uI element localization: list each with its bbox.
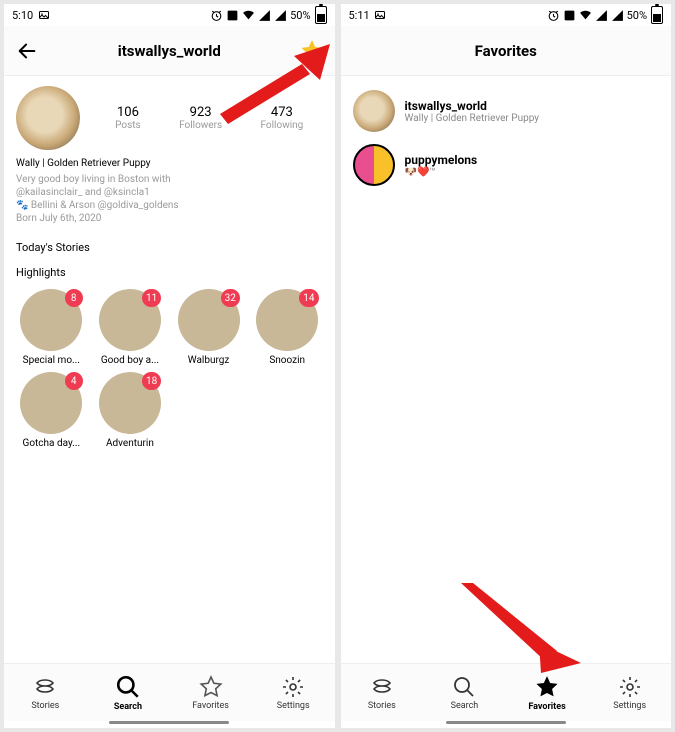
signal-icon (595, 9, 608, 22)
nav-settings[interactable]: Settings (600, 675, 660, 711)
nav-stories[interactable]: Stories (352, 675, 412, 711)
signal-icon (258, 9, 271, 22)
annotation-arrow-icon (461, 583, 581, 673)
profile-bio: Wally | Golden Retriever Puppy Very good… (4, 154, 335, 235)
stat-posts[interactable]: 106 Posts (115, 105, 141, 131)
favorite-subtitle: 🐶❤️™ (405, 167, 478, 178)
bottom-nav: Stories Search Favorites Settings (4, 663, 335, 721)
favorite-username: itswallys_world (405, 99, 540, 113)
favorite-avatar (353, 144, 395, 186)
nav-favorites[interactable]: Favorites (517, 674, 577, 712)
battery-icon (651, 6, 663, 24)
profile-avatar[interactable] (16, 86, 80, 150)
image-icon (374, 9, 387, 22)
appbar: Favorites (341, 26, 672, 76)
nav-favorites[interactable]: Favorites (181, 675, 241, 711)
page-title: Favorites (475, 42, 537, 60)
wifi-icon (579, 9, 592, 22)
status-bar: 5:11 50% (341, 4, 672, 26)
wifi-icon (242, 9, 255, 22)
alarm-icon (210, 9, 223, 22)
favorite-star-button[interactable] (297, 36, 327, 66)
highlight-item[interactable]: 4 Gotcha day... (14, 372, 89, 449)
right-screen: 5:11 50% Favorites itswallys_world Wally… (341, 4, 672, 728)
profile-header: 106 Posts 923 Followers 473 Following (4, 76, 335, 154)
stat-followers[interactable]: 923 Followers (179, 105, 222, 131)
left-screen: 5:10 50% itswallys_world 106 (4, 4, 335, 728)
highlight-badge: 18 (142, 372, 161, 390)
nav-stories[interactable]: Stories (15, 675, 75, 711)
highlight-item[interactable]: 32 Walburgz (171, 289, 246, 366)
appbar: itswallys_world (4, 26, 335, 76)
favorite-avatar (353, 90, 395, 132)
nav-settings[interactable]: Settings (263, 675, 323, 711)
status-time: 5:11 (349, 9, 370, 22)
status-bar: 5:10 50% (4, 4, 335, 26)
highlight-item[interactable]: 8 Special mo... (14, 289, 89, 366)
nfc-icon (226, 9, 239, 22)
back-button[interactable] (12, 36, 42, 66)
nfc-icon (563, 9, 576, 22)
battery-pct: 50% (627, 9, 647, 22)
home-indicator (446, 721, 566, 724)
highlight-badge: 14 (299, 289, 318, 307)
highlight-badge: 4 (65, 372, 83, 390)
battery-pct: 50% (290, 9, 310, 22)
highlight-badge: 32 (221, 289, 240, 307)
highlight-badge: 11 (142, 289, 161, 307)
highlight-badge: 8 (65, 289, 83, 307)
stat-following[interactable]: 473 Following (261, 105, 304, 131)
highlight-item[interactable]: 11 Good boy a... (93, 289, 168, 366)
favorite-item[interactable]: puppymelons 🐶❤️™ (353, 138, 660, 192)
battery-icon (315, 6, 327, 24)
highlights-grid: 8 Special mo... 11 Good boy a... 32 Walb… (4, 285, 335, 453)
alarm-icon (547, 9, 560, 22)
highlight-item[interactable]: 14 Snoozin (250, 289, 325, 366)
favorite-item[interactable]: itswallys_world Wally | Golden Retriever… (353, 84, 660, 138)
nav-search[interactable]: Search (434, 675, 494, 711)
highlight-item[interactable]: 18 Adventurin (93, 372, 168, 449)
favorite-username: puppymelons (405, 153, 478, 167)
home-indicator (109, 721, 229, 724)
favorites-list: itswallys_world Wally | Golden Retriever… (341, 76, 672, 200)
highlights-section-title: Highlights (4, 260, 335, 285)
nav-search[interactable]: Search (98, 674, 158, 712)
profile-username-title: itswallys_world (118, 42, 221, 60)
image-icon (37, 9, 50, 22)
signal-icon-2 (274, 9, 287, 22)
status-time: 5:10 (12, 9, 33, 22)
bio-name: Wally | Golden Retriever Puppy (16, 158, 323, 169)
stories-section-title: Today's Stories (4, 235, 335, 260)
favorite-subtitle: Wally | Golden Retriever Puppy (405, 113, 540, 124)
bottom-nav: Stories Search Favorites Settings (341, 663, 672, 721)
signal-icon-2 (611, 9, 624, 22)
